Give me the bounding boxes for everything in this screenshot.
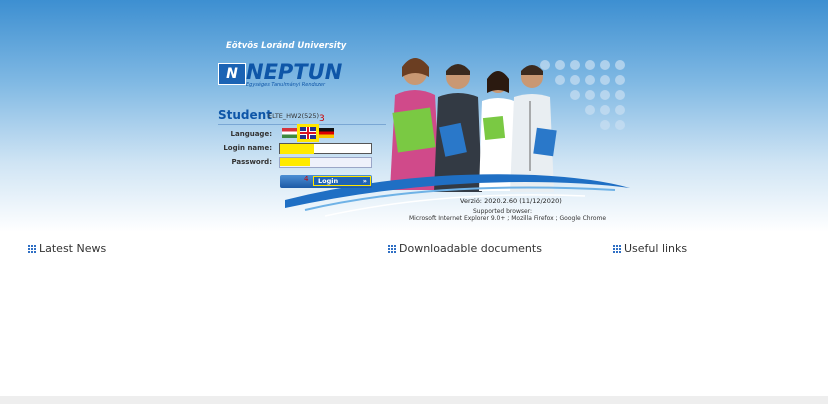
grid-icon (613, 245, 621, 253)
university-name: Eötvös Loránd University (226, 41, 347, 51)
supported-browser-label: Supported browser: (473, 208, 533, 215)
chevron-right-icon: » (362, 177, 367, 185)
divider (218, 124, 386, 125)
login-name-label: Login name: (223, 144, 272, 152)
supported-browsers-list: Microsoft Internet Explorer 9.0+ ; Mozil… (409, 215, 607, 222)
english-flag-icon[interactable] (297, 124, 319, 142)
marker-4: 4 (304, 175, 309, 183)
login-button[interactable]: Login » (313, 176, 371, 186)
password-label: Password: (231, 158, 272, 166)
grid-icon (388, 245, 396, 253)
bottom-scrollbar[interactable] (0, 396, 828, 404)
neptun-logo-icon: N (218, 63, 246, 85)
redacted-login-name (280, 144, 314, 154)
system-name: ELTE_HW2(525) (268, 112, 320, 120)
marker-3: 3 (319, 114, 325, 124)
language-label: Language: (230, 130, 272, 138)
redacted-password (280, 158, 310, 166)
german-flag-icon[interactable] (319, 128, 334, 138)
grid-icon (28, 245, 36, 253)
login-title: Student (218, 108, 272, 122)
decorative-swoosh (285, 174, 630, 217)
login-button-label: Login (318, 177, 339, 185)
version-text: Verzió: 2020.2.60 (11/12/2020) (460, 197, 562, 205)
latest-news-title: Latest News (39, 242, 107, 255)
downloadable-documents-title: Downloadable documents (399, 242, 542, 255)
neptun-logo-subtitle: Egységes Tanulmányi Rendszer (246, 82, 326, 88)
neptun-logo: NEPTUN (246, 60, 343, 84)
hungarian-flag-icon[interactable] (282, 128, 297, 138)
useful-links-title: Useful links (624, 242, 688, 255)
